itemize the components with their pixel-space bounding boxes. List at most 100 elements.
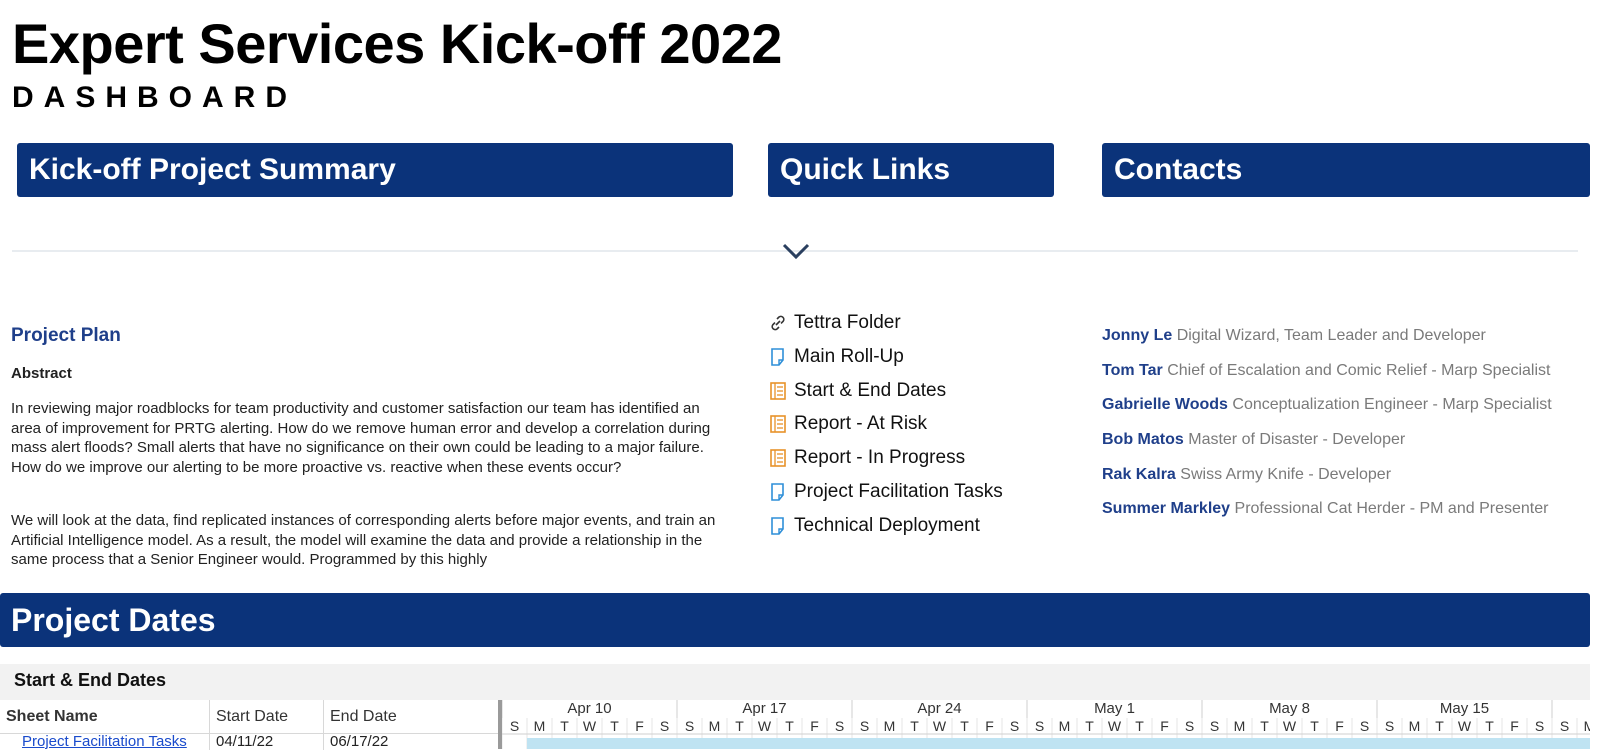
- gantt-title: Start & End Dates: [14, 670, 167, 690]
- link-icon: [771, 315, 785, 331]
- gantt-timeline: Apr 10 Apr 17 Apr 24 May 1 May 8 May 15S M T W T F…: [502, 700, 1590, 749]
- report-icon: [770, 382, 786, 400]
- contact-item: Rak Kalra Swiss Army Knife - Developer: [1102, 466, 1391, 484]
- report-icon: [770, 449, 786, 467]
- quick-link-label: Project Facilitation Tasks: [794, 481, 1003, 502]
- gantt-day-letter: F: [1335, 718, 1344, 734]
- quick-link-label: Main Roll-Up: [794, 346, 904, 367]
- gantt-day-letter: M: [709, 718, 721, 734]
- section-header-quick-links: Quick Links: [768, 143, 1054, 197]
- sheet-icon: [771, 348, 784, 366]
- gantt-day-letter: T: [1435, 718, 1444, 734]
- gantt-day-letter: W: [1458, 718, 1472, 734]
- gantt-day-letter: S: [1560, 718, 1569, 734]
- gantt-week-label: Apr 17: [742, 700, 786, 717]
- abstract-paragraph: In reviewing major roadblocks for team p…: [11, 400, 711, 476]
- gantt-day-letter: M: [1584, 718, 1590, 734]
- gantt-day-letter: T: [960, 718, 969, 734]
- gantt-day-letter: S: [510, 718, 519, 734]
- contact-item: Summer Markley Professional Cat Herder -…: [1102, 500, 1548, 518]
- column-header-start-date[interactable]: Start Date: [210, 700, 324, 734]
- contact-role: Digital Wizard, Team Leader and Develope…: [1176, 327, 1486, 344]
- gantt-day-letter: S: [1385, 718, 1394, 734]
- page-title: Expert Services Kick-off 2022: [12, 12, 782, 75]
- quick-link-report-in-progress[interactable]: Report - In Progress: [768, 446, 965, 470]
- gantt-day-letter: F: [1510, 718, 1519, 734]
- quick-link-label: Technical Deployment: [794, 515, 980, 536]
- gantt-day-letter: W: [583, 718, 597, 734]
- gantt-day-letter: S: [1010, 718, 1019, 734]
- gantt-day-letter: S: [1185, 718, 1194, 734]
- gantt-day-letter: M: [1409, 718, 1421, 734]
- gantt-day-letter: W: [1283, 718, 1297, 734]
- gantt-week-label: May 8: [1269, 700, 1310, 717]
- quick-link-label: Tettra Folder: [794, 312, 901, 333]
- quick-link-tettra-folder[interactable]: Tettra Folder: [768, 311, 901, 335]
- gantt-day-letter: F: [810, 718, 819, 734]
- gantt-day-letter: T: [910, 718, 919, 734]
- gantt-toolbar: [0, 664, 1590, 700]
- contact-item: Tom Tar Chief of Escalation and Comic Re…: [1102, 362, 1550, 380]
- gantt-day-letter: S: [1035, 718, 1044, 734]
- gantt-day-letter: S: [660, 718, 669, 734]
- quick-link-label: Start & End Dates: [794, 380, 947, 401]
- gantt-day-letter: F: [1160, 718, 1169, 734]
- gantt-day-letter: T: [1485, 718, 1494, 734]
- contact-name: Jonny Le: [1102, 327, 1173, 344]
- gantt-day-letter: W: [1108, 718, 1122, 734]
- gantt-task-bar: [527, 738, 1590, 749]
- quick-link-label: Report - In Progress: [794, 447, 966, 468]
- contact-role: Master of Disaster - Developer: [1188, 431, 1406, 448]
- gantt-day-letter: T: [1135, 718, 1144, 734]
- quick-link-report-at-risk[interactable]: Report - At Risk: [768, 412, 927, 436]
- report-icon: [770, 415, 786, 433]
- quick-link-label: Report - At Risk: [794, 413, 928, 434]
- chevron-down-icon[interactable]: [780, 240, 812, 262]
- contact-name: Gabrielle Woods: [1102, 396, 1228, 413]
- gantt-day-letter: T: [785, 718, 794, 734]
- table-cell-end-date: 06/17/22: [330, 733, 389, 750]
- contact-item: Bob Matos Master of Disaster - Developer: [1102, 431, 1405, 449]
- gantt-week-label: Apr 24: [917, 700, 961, 717]
- quick-link-main-roll-up[interactable]: Main Roll-Up: [768, 345, 904, 369]
- sheet-icon: [771, 517, 784, 535]
- gantt-week-label: Apr 10: [567, 700, 611, 717]
- gantt-day-letter: M: [1059, 718, 1071, 734]
- contact-name: Bob Matos: [1102, 431, 1184, 448]
- gantt-day-letter: T: [1085, 718, 1094, 734]
- gantt-day-letter: S: [835, 718, 844, 734]
- section-header-summary: Kick-off Project Summary: [17, 143, 733, 197]
- gantt-week-label: May 15: [1440, 700, 1489, 717]
- contact-name: Tom Tar: [1102, 362, 1163, 379]
- project-plan-title: Project Plan: [11, 325, 121, 346]
- gantt-day-letter: W: [758, 718, 772, 734]
- column-header-sheet-name[interactable]: Sheet Name: [0, 700, 210, 734]
- gantt-day-letter: S: [1210, 718, 1219, 734]
- gantt-week-label: May 1: [1094, 700, 1135, 717]
- quick-link-start-end-dates[interactable]: Start & End Dates: [768, 379, 946, 403]
- gantt-day-letter: T: [735, 718, 744, 734]
- column-header-end-date[interactable]: End Date: [324, 700, 498, 734]
- table-cell-start-date: 04/11/22: [210, 734, 324, 750]
- gantt-day-letter: T: [610, 718, 619, 734]
- gantt-day-letter: S: [1360, 718, 1369, 734]
- quick-link-project-facilitation-tasks[interactable]: Project Facilitation Tasks: [768, 480, 1003, 504]
- gantt-day-letter: S: [860, 718, 869, 734]
- table-cell-sheet-name[interactable]: Project Facilitation Tasks: [0, 734, 210, 750]
- sheet-icon: [771, 483, 784, 501]
- gantt-day-letter: F: [635, 718, 644, 734]
- gantt-day-letter: T: [1310, 718, 1319, 734]
- contact-item: Jonny Le Digital Wizard, Team Leader and…: [1102, 327, 1486, 345]
- contact-role: Professional Cat Herder - PM and Present…: [1234, 500, 1549, 517]
- abstract-label: Abstract: [11, 365, 72, 382]
- contact-name: Rak Kalra: [1102, 466, 1176, 483]
- quick-link-technical-deployment[interactable]: Technical Deployment: [768, 514, 980, 538]
- gantt-day-letter: M: [1234, 718, 1246, 734]
- gantt-day-letter: T: [1260, 718, 1269, 734]
- gantt-day-letter: W: [933, 718, 947, 734]
- gantt-day-letter: M: [534, 718, 546, 734]
- gantt-day-letter: T: [560, 718, 569, 734]
- abstract-paragraph: We will look at the data, find replicate…: [11, 512, 716, 568]
- contact-name: Summer Markley: [1102, 500, 1231, 517]
- page-subtitle: DASHBOARD: [12, 81, 297, 114]
